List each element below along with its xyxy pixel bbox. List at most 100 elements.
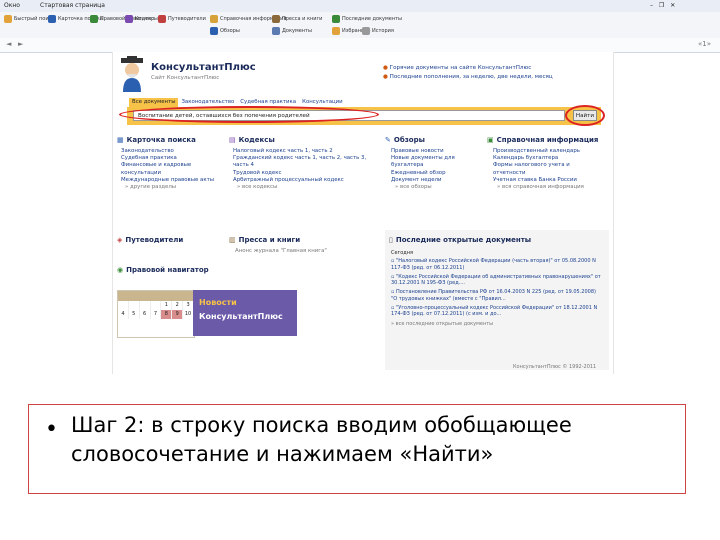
reviews-icon [210,27,218,35]
find-highlight-ellipse [565,105,605,126]
press-icon [272,15,280,23]
list-item[interactable]: ▫ "Кодекс Российской Федерации об админи… [391,274,601,287]
toolbar-last-docs[interactable]: Последние документы [332,15,402,23]
hot-docs-link[interactable]: ● Горячие документы на сайте Консультант… [383,64,553,73]
calendar-day[interactable]: 7 [151,310,162,319]
calendar-day[interactable] [129,301,140,310]
toolbar-press[interactable]: Пресса и книги [272,15,322,23]
section-last-docs[interactable]: ▯ Последние открытые документы [389,236,531,244]
calendar-day[interactable]: 5 [129,310,140,319]
list-item[interactable]: ▫ "Уголовно-процессуальный кодекс Россий… [391,305,601,318]
navigation-bar: ◄ ► «1» [0,38,720,53]
list-item[interactable]: Формы налогового учета и отчетности [493,162,603,176]
list-item[interactable]: Ежедневный обзор [391,170,471,177]
list-item[interactable]: Законодательство [121,148,221,155]
list-item[interactable]: Новые документы для бухгалтера [391,155,471,169]
section-reviews[interactable]: ✎ Обзоры [385,136,425,144]
reviews-list: Правовые новости Новые документы для бух… [391,148,471,191]
section-reference[interactable]: ▣ Справочная информация [487,136,598,144]
calendar-day[interactable]: 8 [161,310,173,319]
search-card-icon [48,15,56,23]
calendar-day[interactable]: 9 [172,310,184,319]
section-legal-navigator[interactable]: ◉ Правовой навигатор [117,266,209,274]
list-item[interactable]: Финансовые и кадровые консультации [121,162,221,176]
window-controls[interactable]: – ❐ ✕ [650,2,677,9]
calendar-day[interactable]: 2 [172,301,184,310]
all-last-docs-link[interactable]: » все последние открытые документы [391,321,601,327]
calendar-day[interactable] [118,301,129,310]
info-icon: ▣ [487,136,494,144]
list-item[interactable]: Производственный календарь [493,148,603,155]
footer-copyright: КонсультантПлюс © 1992-2011 [513,364,597,370]
toolbar-history[interactable]: История [362,27,394,35]
section-guides[interactable]: ◈ Путеводители [117,236,183,244]
star-icon [332,27,340,35]
list-item[interactable]: Анонс журнала "Главная книга" [235,248,327,255]
page-indicator[interactable]: «1» [698,40,711,48]
fire-icon: ● [383,65,388,71]
calendar-day[interactable]: 4 [118,310,129,319]
guides-icon [158,15,166,23]
today-label: Сегодня [391,250,413,256]
news-banner[interactable]: Новости КонсультантПлюс [193,290,297,336]
all-reference-link[interactable]: » вся справочная информация [493,184,603,191]
all-reviews-link[interactable]: » все обзоры [391,184,471,191]
toolbar-codes[interactable]: Кодексы [125,15,158,23]
quick-search-icon [4,15,12,23]
newspaper-icon: ▥ [229,236,236,244]
section-search-card[interactable]: ▦ Карточка поиска [117,136,196,144]
tab-consultations[interactable]: Консультации [299,98,346,107]
slide-caption-box: • Шаг 2: в строку поиска вводим обобщающ… [28,404,686,494]
back-icon[interactable]: ◄ [6,40,11,48]
forward-icon[interactable]: ► [18,40,23,48]
list-item[interactable]: ▫ "Налоговый кодекс Российской Федерации… [391,258,601,271]
bullet-marker: • [45,417,58,442]
press-list: Анонс журнала "Главная книга" [235,248,327,255]
list-item[interactable]: Трудовой кодекс [233,170,368,177]
top-links: ● Горячие документы на сайте Консультант… [383,64,553,82]
compass-icon: ◈ [117,236,123,244]
calendar-header [118,291,194,301]
list-item[interactable]: Документ недели [391,177,471,184]
start-page: КонсультантПлюс Сайт КонсультантПлюс ● Г… [112,52,614,374]
codes-icon [125,15,133,23]
tab-start-page[interactable]: Стартовая страница [40,2,105,9]
calendar-day[interactable] [140,301,151,310]
list-item[interactable]: Календарь бухгалтера [493,155,603,162]
list-item[interactable]: Арбитражный процессуальный кодекс [233,177,368,184]
list-item[interactable]: Международные правовые акты [121,177,221,184]
search-highlight-ellipse [119,106,379,123]
calendar-day[interactable] [151,301,162,310]
card-icon: ▦ [117,136,124,144]
window-menu[interactable]: Окно [4,2,20,9]
toolbar-documents[interactable]: Документы [272,27,312,35]
toolbar-quick-search[interactable]: Быстрый поиск [4,15,54,23]
logo-title: КонсультантПлюс [151,62,256,73]
calendar-day[interactable]: 1 [161,301,173,310]
documents-icon [272,27,280,35]
search-card-list: Законодательство Судебная практика Финан… [121,148,221,191]
calendar-day[interactable]: 6 [140,310,151,319]
news-banner-line2: КонсультантПлюс [199,312,283,321]
all-codes-link[interactable]: » все кодексы [233,184,368,191]
calendar-widget[interactable]: 1 2 3 4 5 6 7 8 9 10 [117,290,195,338]
reference-icon [210,15,218,23]
toolbar-reviews[interactable]: Обзоры [210,27,240,35]
history-icon [362,27,370,35]
logo-subtitle: Сайт КонсультантПлюс [151,75,220,81]
list-item[interactable]: Учетная ставка Банка России [493,177,603,184]
recent-additions-link[interactable]: ● Последние пополнения, за неделю, две н… [383,73,553,82]
list-item[interactable]: ▫ Постановление Правительства РФ от 16.0… [391,289,601,302]
app-screenshot: Окно Стартовая страница – ❐ ✕ Быстрый по… [0,0,720,400]
tab-all-docs[interactable]: Все документы [129,98,179,107]
list-item[interactable]: Правовые новости [391,148,471,155]
document-icon: ▯ [389,236,393,244]
calendar-grid: 1 2 3 4 5 6 7 8 9 10 [118,301,194,319]
list-item[interactable]: Судебная практика [121,155,221,162]
more-sections-link[interactable]: » другие разделы [121,184,221,191]
list-item[interactable]: Гражданский кодекс часть 1, часть 2, час… [233,155,368,169]
section-press[interactable]: ▥ Пресса и книги [229,236,300,244]
clock-icon: ● [383,74,388,80]
toolbar-guides[interactable]: Путеводители [158,15,206,23]
section-codes[interactable]: ▤ Кодексы [229,136,275,144]
